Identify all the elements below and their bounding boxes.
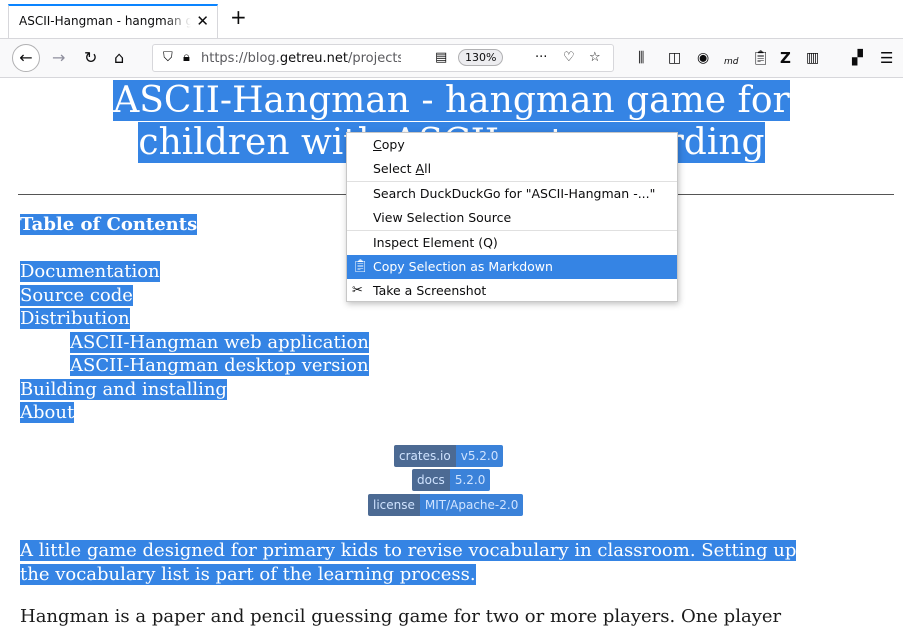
badge-label: license	[368, 494, 420, 516]
reader-icon[interactable]: ▤	[435, 50, 447, 65]
badge-value: MIT/Apache-2.0	[419, 494, 524, 516]
back-icon[interactable]: ←	[12, 44, 40, 72]
menu-item-label: Take a Screenshot	[373, 283, 487, 298]
body-paragraph: Hangman is a paper and pencil guessing g…	[20, 606, 782, 627]
bookmark-star-icon[interactable]: ☆	[589, 50, 601, 65]
intro-line2: the vocabulary list is part of the learn…	[20, 564, 476, 585]
account-icon[interactable]: ◉	[697, 48, 709, 68]
new-tab-icon[interactable]: +	[230, 7, 247, 27]
menu-item-screenshot[interactable]: ✂ Take a Screenshot	[347, 279, 677, 303]
badge-label: crates.io	[394, 445, 456, 467]
toc-link-about[interactable]: About	[20, 402, 75, 423]
menu-item-search[interactable]: Search DuckDuckGo for "ASCII-Hangman -..…	[347, 182, 677, 206]
zoom-indicator[interactable]: 130%	[458, 49, 504, 66]
context-menu: Copy Select All Search DuckDuckGo for "A…	[346, 132, 678, 302]
toc-link-web-application[interactable]: ASCII-Hangman web application	[70, 331, 369, 353]
toc-link-building[interactable]: Building and installing	[20, 378, 227, 400]
pocket-icon[interactable]: ♡	[563, 50, 575, 65]
badge-value: 5.2.0	[449, 469, 491, 491]
toc-link-documentation[interactable]: Documentation	[20, 261, 160, 282]
tab-bar: ASCII-Hangman - hangman game for childre…	[0, 0, 903, 38]
docs-badge[interactable]: docs 5.2.0	[412, 469, 491, 491]
tab-title: ASCII-Hangman - hangman game for childre…	[19, 14, 191, 28]
home-icon[interactable]: ⌂	[114, 48, 124, 68]
menu-item-copy[interactable]: Copy	[347, 133, 677, 157]
toc-link-desktop-version[interactable]: ASCII-Hangman desktop version	[70, 355, 369, 376]
license-badge[interactable]: license MIT/Apache-2.0	[368, 494, 524, 516]
menu-item-copy-markdown[interactable]: 📋︎ Copy Selection as Markdown	[347, 255, 677, 279]
menu-item-inspect[interactable]: Inspect Element (Q)	[347, 231, 677, 255]
close-icon[interactable]: ✕	[196, 12, 209, 30]
tab-active[interactable]: ASCII-Hangman - hangman game for childre…	[8, 4, 218, 38]
clipboard-icon[interactable]: 📋︎	[752, 48, 770, 68]
intro-line1: A little game designed for primary kids …	[20, 540, 797, 561]
grid-icon[interactable]: ▥	[806, 48, 819, 68]
url-bar[interactable]: ⛉ 🔒︎ https://blog.getreu.net/projects/ ▤…	[152, 44, 614, 72]
shield-icon[interactable]: ⛉	[163, 50, 173, 65]
screenshot-icon: ✂	[352, 283, 363, 298]
library-icon[interactable]: ⫼	[638, 48, 644, 68]
sidebar-icon[interactable]: ◫	[668, 48, 681, 68]
badge-value: v5.2.0	[455, 445, 504, 467]
menu-item-view-source[interactable]: View Selection Source	[347, 206, 677, 230]
clipboard-icon: 📋︎	[352, 259, 369, 274]
extensions-icon[interactable]: ▞	[852, 48, 863, 68]
menu-item-label: Copy Selection as Markdown	[373, 259, 553, 274]
zotero-icon[interactable]: Z	[780, 48, 791, 68]
intro-paragraph: A little game designed for primary kids …	[20, 539, 890, 587]
page-title-line1: ASCII-Hangman - hangman game for	[113, 80, 790, 121]
toc-link-distribution[interactable]: Distribution	[20, 308, 130, 329]
table-of-contents: Documentation Source code Distribution A…	[20, 260, 369, 425]
forward-icon[interactable]: →	[52, 48, 65, 68]
toc-title: Table of Contents	[20, 214, 198, 235]
url-text[interactable]: https://blog.getreu.net/projects/	[201, 51, 401, 66]
badge-label: docs	[412, 469, 450, 491]
crates-badge[interactable]: crates.io v5.2.0	[394, 445, 504, 467]
nav-bar: ← → ↻ ⌂ ⛉ 🔒︎ https://blog.getreu.net/pro…	[0, 38, 903, 78]
lock-icon[interactable]: 🔒︎	[183, 50, 190, 65]
toc-link-source-code[interactable]: Source code	[20, 284, 133, 306]
markdown-icon[interactable]: md	[724, 52, 738, 72]
reload-icon[interactable]: ↻	[84, 48, 97, 68]
menu-item-select-all[interactable]: Select All	[347, 157, 677, 181]
menu-icon[interactable]: ☰	[880, 48, 893, 68]
more-icon[interactable]: ···	[535, 50, 547, 65]
